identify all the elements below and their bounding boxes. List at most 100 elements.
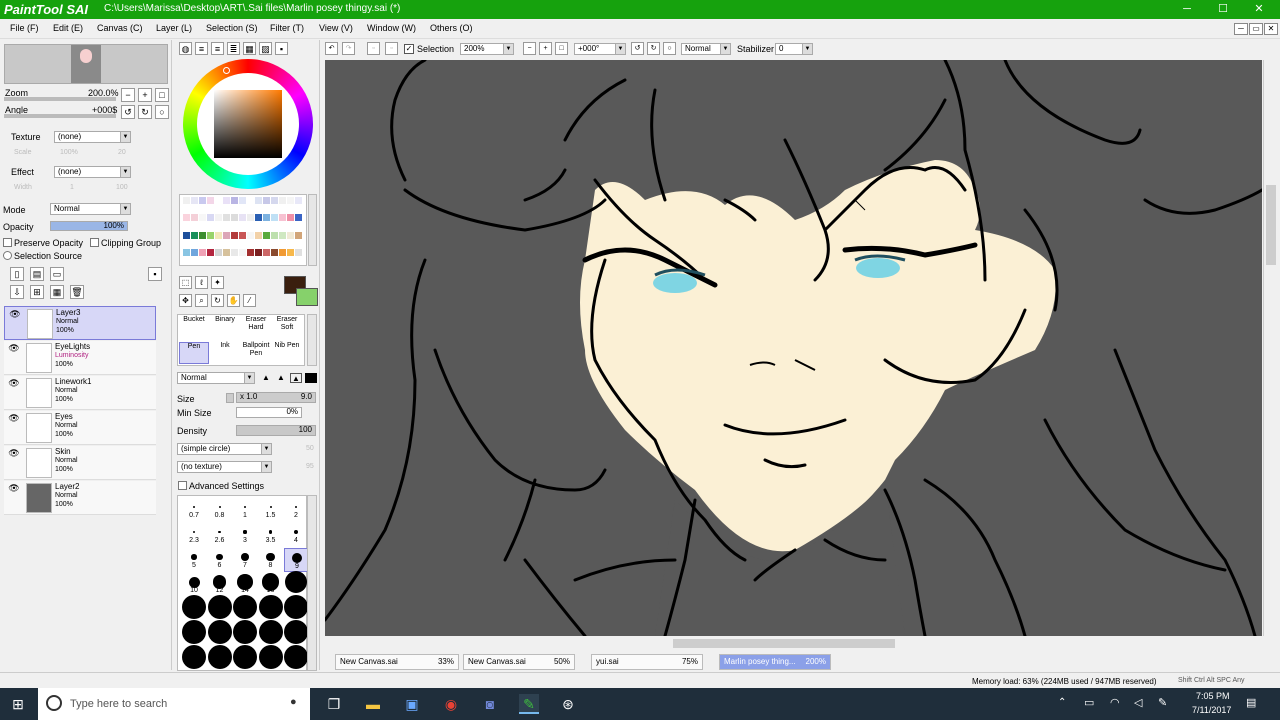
color-swatch[interactable]	[271, 197, 278, 204]
brush-size-cell[interactable]: 160	[182, 645, 206, 672]
brush-size-cell[interactable]: 30	[207, 595, 232, 622]
color-swatch[interactable]	[255, 197, 262, 204]
color-swatch[interactable]	[191, 197, 198, 204]
color-swatch[interactable]	[207, 231, 214, 239]
brush-size-cell[interactable]: 70	[207, 620, 232, 647]
brush-edge-medium-icon[interactable]: ▲	[275, 373, 287, 383]
mdi-close-button[interactable]: ✕	[1264, 23, 1278, 35]
brush-size-cell[interactable]: 3	[233, 523, 257, 547]
view-blend-select[interactable]: Normal ▼	[681, 43, 731, 55]
canvas-tab-active[interactable]: Marlin posey thing... 200%	[719, 654, 831, 670]
hand-tool-icon[interactable]: ✋	[227, 294, 240, 307]
color-swatch[interactable]	[287, 248, 294, 256]
invert-selection-icon[interactable]: ▫	[385, 42, 398, 55]
brush-size-cell[interactable]: 40	[258, 595, 283, 622]
brush-size-cell[interactable]: 60	[182, 620, 206, 647]
color-swatch[interactable]	[263, 231, 270, 239]
transfer-down-icon[interactable]: ⇩	[10, 285, 24, 299]
vertical-scroll-thumb[interactable]	[1266, 185, 1276, 265]
brush-size-cell[interactable]: 20	[284, 571, 308, 597]
layer-row[interactable]: 👁 Layer2 Normal 100%	[4, 481, 156, 515]
rotate-reset-icon[interactable]: ○	[155, 105, 169, 119]
menu-others[interactable]: Others (O)	[430, 23, 473, 33]
color-swatch[interactable]	[255, 214, 262, 222]
new-folder-icon[interactable]: ▭	[50, 267, 64, 281]
menu-file[interactable]: File (F)	[10, 23, 39, 33]
clock-date[interactable]: 7/11/2017	[1192, 705, 1231, 715]
brush-size-cell[interactable]: 6	[208, 548, 232, 572]
brush-size-cell[interactable]: 50	[284, 595, 308, 622]
chrome-icon[interactable]: ◉	[441, 694, 461, 714]
density-slider[interactable]: 100	[236, 425, 316, 436]
color-swatch[interactable]	[199, 231, 206, 239]
brush-edge-hard-icon[interactable]: ▲	[290, 373, 302, 383]
merge-down-icon[interactable]: ⊞	[30, 285, 44, 299]
selection-source-checkbox[interactable]	[3, 251, 12, 260]
brush-size-cell[interactable]: 25	[182, 595, 206, 622]
rgb-slider-mode-icon[interactable]: ≡	[195, 42, 208, 55]
selection-checkbox[interactable]: ✓	[404, 44, 414, 54]
menu-selection[interactable]: Selection (S)	[206, 23, 258, 33]
brush-size-cell[interactable]: 1.5	[259, 498, 283, 522]
color-swatch[interactable]	[287, 231, 294, 239]
texture-select[interactable]: (none) ▼	[54, 131, 131, 143]
minimize-button[interactable]: ─	[1174, 1, 1200, 18]
color-swatch[interactable]	[223, 231, 230, 239]
binary-tool[interactable]: Binary	[210, 316, 240, 324]
brush-size-cell[interactable]: 3.5	[259, 523, 283, 547]
color-swatch[interactable]	[263, 248, 270, 256]
zoom-reset-button[interactable]: □	[555, 42, 568, 55]
color-swatch[interactable]	[231, 248, 238, 256]
color-swatch[interactable]	[231, 231, 238, 239]
brush-size-cell[interactable]: 4	[284, 523, 308, 547]
clear-layer-icon[interactable]: ▦	[50, 285, 64, 299]
store-icon[interactable]: ▣	[402, 694, 422, 714]
zoom-out-icon[interactable]: −	[121, 88, 135, 102]
pen-tool[interactable]: Pen	[179, 342, 209, 364]
undo-icon[interactable]: ↶	[325, 42, 338, 55]
advanced-settings-checkbox[interactable]	[178, 481, 187, 490]
bucket-tool[interactable]: Bucket	[179, 316, 209, 324]
magic-wand-icon[interactable]: ✦	[211, 276, 224, 289]
brush-edge-solid-icon[interactable]	[305, 373, 317, 383]
color-swatch[interactable]	[247, 197, 254, 204]
stabilizer-select[interactable]: 0 ▼	[775, 43, 813, 55]
close-button[interactable]: ✕	[1246, 1, 1272, 18]
painttool-sai-icon[interactable]: ✎	[519, 694, 539, 714]
color-swatch[interactable]	[247, 248, 254, 256]
task-view-icon[interactable]: ❐	[324, 694, 344, 714]
pen-workspace-icon[interactable]: ✎	[1158, 696, 1167, 709]
app-icon[interactable]: ⊛	[558, 694, 578, 714]
brush-size-cell[interactable]: 120	[284, 620, 308, 647]
color-swatch[interactable]	[247, 214, 254, 222]
clipping-group-checkbox[interactable]	[90, 238, 99, 247]
color-swatch[interactable]	[295, 248, 302, 256]
color-swatch[interactable]	[263, 197, 270, 204]
color-swatch[interactable]	[247, 231, 254, 239]
select-tool-icon[interactable]: ⬚	[179, 276, 192, 289]
tray-app-icon[interactable]: ▭	[1084, 696, 1094, 709]
swatch-grid[interactable]	[179, 194, 307, 266]
swatch-scrollbar[interactable]	[308, 194, 317, 266]
brush-size-cell[interactable]: 250	[233, 645, 257, 672]
layer-panel-toggle-icon[interactable]: ▪	[148, 267, 162, 281]
color-swatch[interactable]	[279, 231, 286, 239]
brush-size-cell[interactable]: 200	[207, 645, 232, 672]
color-swatch[interactable]	[295, 214, 302, 222]
menu-filter[interactable]: Filter (T)	[270, 23, 304, 33]
swatches-mode-icon[interactable]: ▦	[243, 42, 256, 55]
brush-size-cell[interactable]: 5	[182, 548, 206, 572]
zoom-tool-icon[interactable]: ⌕	[195, 294, 208, 307]
rotate-left-icon[interactable]: ↺	[121, 105, 135, 119]
color-swatch[interactable]	[231, 214, 238, 222]
saturation-value-square[interactable]	[214, 90, 282, 158]
ballpoint-pen-tool[interactable]: Ballpoint Pen	[241, 342, 271, 358]
zoom-select[interactable]: 200% ▼	[460, 43, 514, 55]
visibility-eye-icon[interactable]: 👁	[6, 448, 22, 462]
color-swatch[interactable]	[279, 248, 286, 256]
visibility-eye-icon[interactable]: 👁	[7, 309, 23, 323]
color-swatch[interactable]	[215, 248, 222, 256]
brush-texture-select[interactable]: (no texture) ▼	[177, 461, 272, 473]
rotate-cw-button[interactable]: ↻	[647, 42, 660, 55]
zoom-fit-icon[interactable]: □	[155, 88, 169, 102]
